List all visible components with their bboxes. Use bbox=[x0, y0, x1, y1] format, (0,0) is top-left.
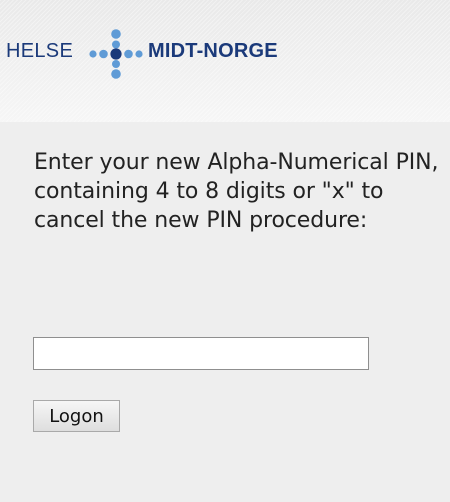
logon-button[interactable]: Logon bbox=[33, 400, 120, 432]
page: HELSE MIDT-NORGE Enter your new Alpha-Nu… bbox=[0, 0, 450, 502]
new-pin-input[interactable] bbox=[33, 337, 369, 370]
dots-cross-logo-icon bbox=[89, 29, 143, 79]
logo-dot-right bbox=[124, 49, 133, 59]
logo-dot-far-right bbox=[135, 50, 143, 58]
helse-midt-norge-logo: HELSE MIDT-NORGE bbox=[6, 27, 326, 79]
logo-text-midt-norge: MIDT-NORGE bbox=[148, 40, 278, 62]
pin-form-panel: Enter your new Alpha-Numerical PIN, cont… bbox=[0, 122, 450, 502]
logo-dot-bottom bbox=[111, 69, 121, 79]
logo-dot-left bbox=[99, 49, 108, 59]
logo-dot-lower-center bbox=[112, 60, 120, 68]
header-banner: HELSE MIDT-NORGE bbox=[0, 0, 450, 122]
logo-dot-center bbox=[110, 48, 122, 60]
logo-dot-far-left bbox=[89, 50, 97, 58]
logo-dot-upper-center bbox=[112, 40, 120, 49]
pin-instructions-text: Enter your new Alpha-Numerical PIN, cont… bbox=[34, 150, 439, 233]
logo-dot-top bbox=[111, 29, 121, 39]
logo-text-helse: HELSE bbox=[6, 40, 74, 62]
